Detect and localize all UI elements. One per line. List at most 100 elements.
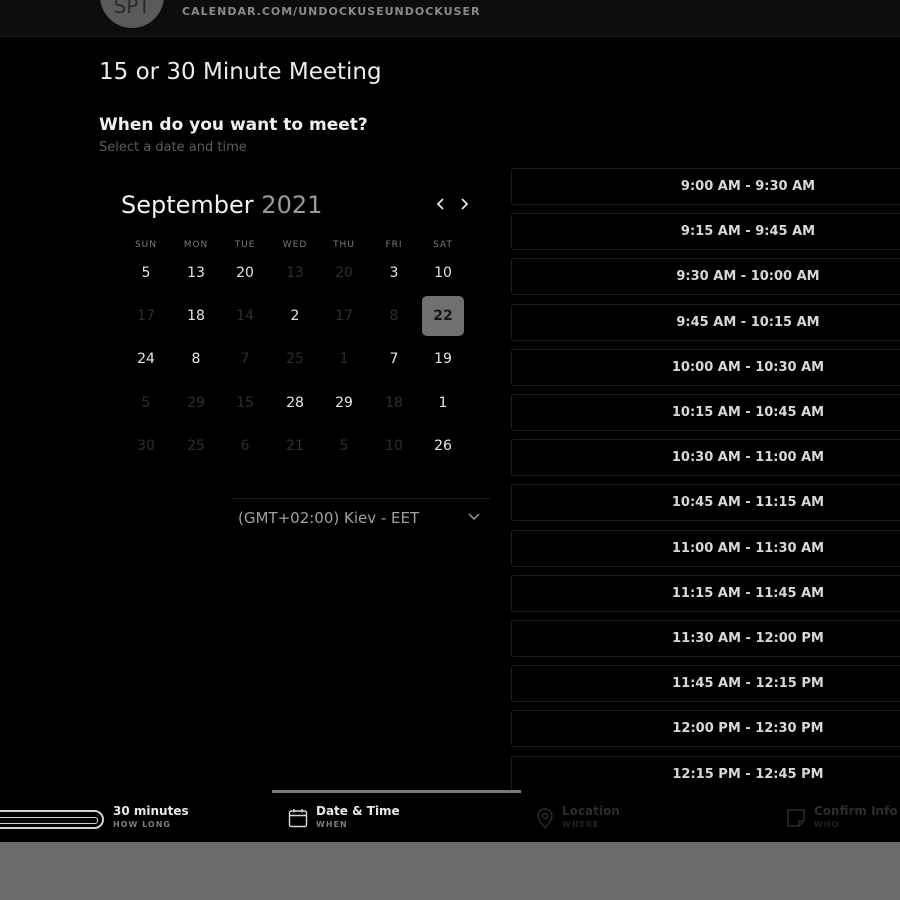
weekday-label: MON (183, 240, 209, 250)
time-slot-button[interactable]: 11:30 AM - 12:00 PM (511, 620, 900, 657)
calendar-day: 25 (286, 351, 304, 367)
chevron-down-icon (468, 513, 480, 521)
next-month-button[interactable] (459, 196, 469, 215)
calendar-day[interactable]: 10 (422, 253, 464, 293)
time-slot-button[interactable]: 10:30 AM - 11:00 AM (511, 439, 900, 477)
prev-month-button[interactable] (436, 196, 446, 215)
time-slot-button[interactable]: 9:30 AM - 10:00 AM (511, 258, 900, 296)
calendar-day[interactable]: 13 (175, 253, 217, 293)
time-slot-button[interactable]: 9:15 AM - 9:45 AM (511, 213, 900, 251)
step-confirm-info[interactable]: Confirm Info WHO (814, 804, 898, 829)
step-location-label: Location (562, 804, 620, 818)
calendar-day: 30 (137, 438, 155, 454)
weekday-label: SUN (134, 240, 158, 250)
time-slot-label: 11:15 AM - 11:45 AM (671, 585, 825, 601)
weekday-label: THU (333, 240, 355, 250)
step-duration[interactable]: 30 minutes HOW LONG (113, 804, 189, 829)
calendar-day: 17 (335, 308, 353, 324)
when-subheading: Select a date and time (99, 140, 247, 155)
timezone-label: (GMT+02:00) Kiev - EET (238, 508, 420, 527)
year-label: 2021 (261, 191, 323, 219)
step-location[interactable]: Location WHERE (562, 804, 620, 829)
time-slot-label: 12:00 PM - 12:30 PM (672, 721, 824, 737)
calendar-day: 18 (385, 395, 403, 411)
time-slot-label: 10:15 AM - 10:45 AM (671, 405, 825, 420)
time-slot-label: 11:45 AM - 12:15 PM (672, 676, 824, 692)
calendar-day[interactable]: 28 (274, 383, 316, 423)
time-slot-label: 11:30 AM - 12:00 PM (672, 631, 824, 646)
calendar-day: 15 (236, 395, 254, 411)
calendar-day[interactable]: 5 (125, 253, 167, 293)
calendar-day: 5 (339, 438, 349, 454)
calendar-day[interactable]: 3 (373, 253, 415, 293)
calendar-day: 1 (339, 351, 349, 367)
footer-band (0, 842, 900, 900)
calendar-day[interactable]: 1 (422, 383, 464, 423)
step-date-time-caption: WHEN (316, 820, 348, 829)
time-slot-label: 11:00 AM - 11:30 AM (671, 540, 825, 556)
time-slot-label: 9:45 AM - 10:15 AM (676, 314, 820, 330)
time-slot-label: 10:30 AM - 11:00 AM (671, 450, 825, 466)
calendar-day: 5 (141, 395, 151, 411)
step-progress-indicator (272, 790, 521, 793)
calendar-day: 10 (385, 438, 403, 454)
duration-pill-icon (0, 810, 104, 829)
weekday-label: FRI (385, 240, 403, 250)
time-slot-button[interactable]: 9:00 AM - 9:30 AM (511, 168, 900, 205)
calendar-day[interactable]: 7 (373, 339, 415, 379)
step-date-time[interactable]: Date & Time WHEN (316, 804, 400, 829)
time-slot-button[interactable]: 9:45 AM - 10:15 AM (511, 303, 900, 341)
calendar-grid: 5 13 20 13 20 3 10 17 18 14 2 17 8 22 24 8 7 25 1 7 19 5 29 15 2… (121, 253, 469, 468)
calendar-day[interactable]: 8 (175, 339, 217, 379)
time-slot-button[interactable]: 10:00 AM - 10:30 AM (511, 348, 900, 386)
step-duration-label: 30 minutes (113, 804, 189, 818)
step-confirm-info-label: Confirm Info (814, 804, 898, 818)
time-slot-label: 12:15 PM - 12:45 PM (672, 766, 824, 782)
time-slot-button[interactable]: 10:45 AM - 11:15 AM (511, 484, 900, 522)
note-icon (787, 809, 805, 827)
calendar-day: 14 (236, 308, 254, 324)
calendar-day: 17 (137, 308, 155, 324)
calendar-day: 8 (389, 308, 399, 324)
calendar-day-selected[interactable]: 22 (422, 296, 464, 336)
time-slot-label: 9:30 AM - 10:00 AM (676, 269, 820, 285)
calendar-day: 20 (335, 265, 353, 281)
weekday-label: SAT (433, 240, 453, 250)
chevron-right-icon (461, 198, 469, 210)
month-label: September (121, 191, 254, 219)
step-confirm-info-caption: WHO (814, 820, 840, 829)
time-slot-label: 10:00 AM - 10:30 AM (671, 359, 825, 375)
avatar: SPT (100, 0, 164, 28)
calendar-day: 29 (187, 395, 205, 411)
calendar-day[interactable]: 18 (175, 296, 217, 336)
step-duration-caption: HOW LONG (113, 820, 171, 829)
timezone-select[interactable]: (GMT+02:00) Kiev - EET (232, 498, 490, 536)
meeting-title: 15 or 30 Minute Meeting (99, 59, 382, 85)
time-slot-label: 9:15 AM - 9:45 AM (680, 224, 816, 240)
month-year-label: September 2021 (121, 191, 322, 219)
calendar-day: 21 (286, 438, 304, 454)
calendar-url: CALENDAR.COM/UNDOCKUSEUNDOCKUSER (182, 5, 481, 18)
calendar-day: 6 (240, 438, 250, 454)
step-location-caption: WHERE (562, 820, 600, 829)
time-slot-list: 9:00 AM - 9:30 AM 9:15 AM - 9:45 AM 9:30 A… (511, 168, 900, 792)
time-slot-button[interactable]: 11:15 AM - 11:45 AM (511, 574, 900, 612)
calendar-day[interactable]: 24 (125, 339, 167, 379)
time-slot-label: 9:00 AM - 9:30 AM (680, 179, 816, 194)
time-slot-button[interactable]: 12:00 PM - 12:30 PM (511, 710, 900, 748)
step-date-time-label: Date & Time (316, 804, 400, 818)
calendar-day[interactable]: 26 (422, 426, 464, 466)
time-slot-button[interactable]: 12:15 PM - 12:45 PM (511, 755, 900, 792)
time-slot-button[interactable]: 11:45 AM - 12:15 PM (511, 665, 900, 703)
time-slot-button[interactable]: 11:00 AM - 11:30 AM (511, 529, 900, 567)
weekday-header: SUN MON TUE WED THU FRI SAT (121, 240, 469, 252)
calendar-day: 25 (187, 438, 205, 454)
calendar-day[interactable]: 29 (323, 383, 365, 423)
weekday-label: TUE (234, 240, 256, 250)
calendar-icon (288, 809, 308, 828)
top-bar: SPT CALENDAR.COM/UNDOCKUSEUNDOCKUSER (0, 0, 900, 37)
calendar-day[interactable]: 20 (224, 253, 266, 293)
calendar-day[interactable]: 2 (274, 296, 316, 336)
time-slot-button[interactable]: 10:15 AM - 10:45 AM (511, 394, 900, 431)
calendar-day[interactable]: 19 (422, 339, 464, 379)
